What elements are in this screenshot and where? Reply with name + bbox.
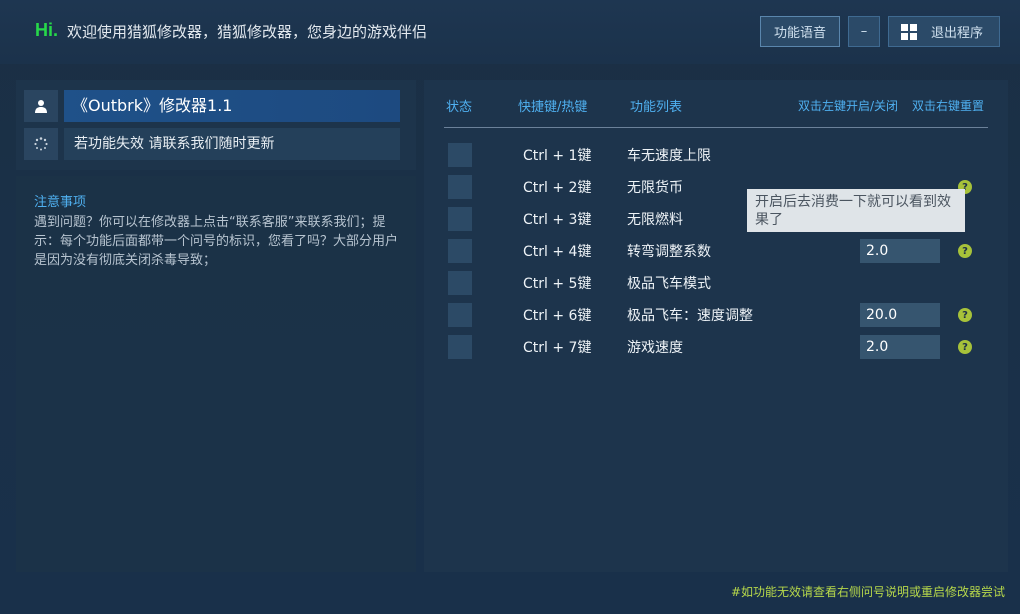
feature-name: 游戏速度 (627, 340, 683, 356)
feature-row: Ctrl + 6键 极品飞车：速度调整 20.0 ? (448, 303, 978, 327)
right-click-hint: 双击右键重置 (912, 99, 985, 113)
feature-row: Ctrl + 5键 极品飞车模式 (448, 271, 978, 295)
feature-name: 极品飞车模式 (627, 276, 711, 292)
feature-hotkey: Ctrl + 1键 (523, 148, 592, 164)
features-panel: 状态 快捷键/热键 功能列表 双击左键开启/关闭 双击右键重置 Ctrl + 1… (424, 80, 1008, 572)
welcome-text: 欢迎使用猎狐修改器，猎狐修改器，您身边的游戏伴侣 (67, 23, 428, 41)
feature-toggle[interactable] (448, 175, 472, 199)
trainer-title: 《Outbrk》修改器1.1 (64, 90, 400, 122)
feature-toggle[interactable] (448, 143, 472, 167)
value-input[interactable]: 2.0 (860, 335, 940, 359)
update-warning-text: 若功能失效 请联系我们随时更新 (64, 128, 400, 160)
question-icon[interactable]: ? (958, 340, 972, 354)
hi-logo: Hi. (35, 20, 59, 40)
exit-button-label: 退出程序 (931, 26, 984, 41)
feature-row: Ctrl + 1键 车无速度上限 (448, 143, 978, 167)
feature-hotkey: Ctrl + 2键 (523, 180, 592, 196)
feature-name: 无限燃料 (627, 212, 683, 228)
trainer-info-panel: 《Outbrk》修改器1.1 若功能失效 请联系我们随时更新 (16, 80, 416, 170)
feature-hotkey: Ctrl + 3键 (523, 212, 592, 228)
feature-toggle[interactable] (448, 239, 472, 263)
footer-note: #如功能无效请查看右侧问号说明或重启修改器尝试 (730, 585, 1005, 599)
left-click-hint: 双击左键开启/关闭 (798, 99, 899, 113)
voice-button[interactable]: 功能语音 (760, 16, 840, 47)
exit-button[interactable]: 退出程序 (888, 16, 1000, 47)
feature-name: 转弯调整系数 (627, 244, 711, 260)
header-divider (444, 127, 988, 128)
feature-hotkey: Ctrl + 5键 (523, 276, 592, 292)
feature-hotkey: Ctrl + 6键 (523, 308, 592, 324)
minimize-button[interactable]: – (848, 16, 880, 47)
hotkey-column-header: 快捷键/热键 (518, 100, 588, 115)
value-input[interactable]: 2.0 (860, 239, 940, 263)
notice-title: 注意事项 (34, 195, 87, 210)
question-icon[interactable]: ? (958, 244, 972, 258)
windows-icon (901, 23, 917, 40)
feature-toggle[interactable] (448, 303, 472, 327)
user-icon (24, 90, 58, 122)
help-tooltip: 开启后去消费一下就可以看到效果了 (747, 189, 965, 232)
notice-text: 遇到问题？你可以在修改器上点击“联系客服”来联系我们；提示：每个功能后面都带一个… (34, 215, 399, 268)
feature-name: 无限货币 (627, 180, 683, 196)
feature-toggle[interactable] (448, 335, 472, 359)
title-bar: Hi. 欢迎使用猎狐修改器，猎狐修改器，您身边的游戏伴侣 功能语音 – 退出程序 (0, 0, 1020, 64)
status-column-header: 状态 (446, 100, 473, 115)
notice-panel: 注意事项 遇到问题？你可以在修改器上点击“联系客服”来联系我们；提示：每个功能后… (16, 176, 416, 572)
feature-column-header: 功能列表 (630, 100, 683, 115)
feature-hotkey: Ctrl + 7键 (523, 340, 592, 356)
trainer-title-row: 《Outbrk》修改器1.1 (24, 90, 408, 122)
feature-hotkey: Ctrl + 4键 (523, 244, 592, 260)
question-icon[interactable]: ? (958, 308, 972, 322)
feature-name: 极品飞车：速度调整 (627, 308, 753, 324)
update-warning-row: 若功能失效 请联系我们随时更新 (24, 128, 408, 160)
loading-icon (24, 128, 58, 160)
feature-name: 车无速度上限 (627, 148, 711, 164)
feature-row: Ctrl + 4键 转弯调整系数 2.0 ? (448, 239, 978, 263)
feature-toggle[interactable] (448, 271, 472, 295)
value-input[interactable]: 20.0 (860, 303, 940, 327)
feature-row: Ctrl + 7键 游戏速度 2.0 ? (448, 335, 978, 359)
feature-toggle[interactable] (448, 207, 472, 231)
